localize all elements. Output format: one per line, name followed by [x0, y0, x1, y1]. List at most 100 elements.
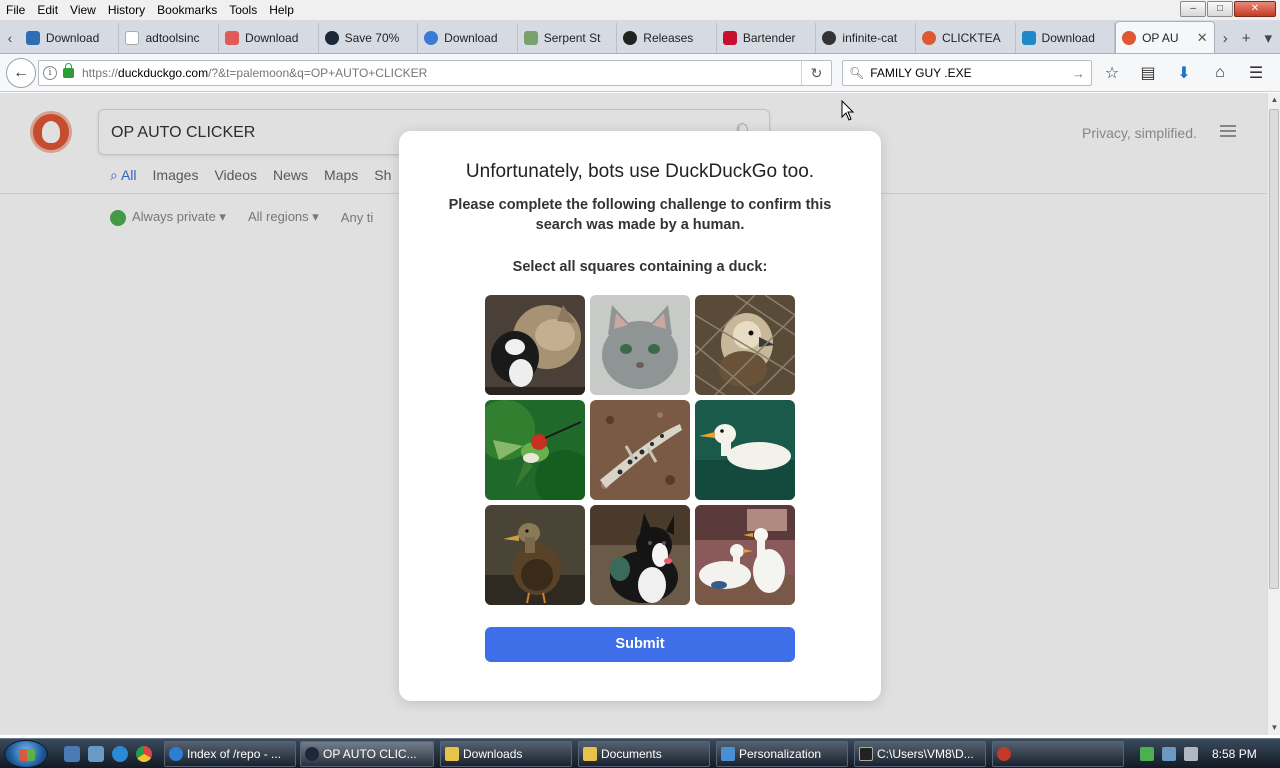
taskbar-item-label: Documents [601, 747, 662, 761]
tab-label: Download [444, 31, 498, 45]
challenge-tile-leopard-lizard[interactable] [590, 400, 690, 500]
tab-label: Bartender [742, 31, 796, 45]
challenge-tile-gray-cat[interactable] [590, 295, 690, 395]
menu-history[interactable]: History [102, 0, 151, 20]
network-icon[interactable] [1162, 747, 1176, 761]
challenge-tile-white-duck-swimming[interactable] [695, 400, 795, 500]
challenge-tile-border-collie[interactable] [590, 505, 690, 605]
tab-label: Releases [643, 31, 694, 45]
white-duck-swimming-image [695, 400, 795, 500]
app-icon [997, 747, 1011, 761]
taskbar-item-app[interactable] [992, 741, 1124, 767]
challenge-tile-cats[interactable] [485, 295, 585, 395]
info-icon[interactable]: i [43, 66, 57, 80]
show-desktop-icon[interactable] [64, 746, 80, 762]
challenge-image-grid [485, 295, 795, 605]
tab-scroll-right-button[interactable]: › [1223, 30, 1228, 47]
tab-list-chevron-icon[interactable]: ▾ [1264, 29, 1272, 47]
tab-1[interactable]: adtoolsinc [119, 23, 220, 53]
menu-hamburger-icon[interactable]: ☰ [1244, 61, 1268, 85]
folder-icon [445, 747, 459, 761]
taskbar-item-personalization[interactable]: Personalization [716, 741, 848, 767]
minimize-button[interactable]: – [1180, 1, 1206, 17]
tab-3[interactable]: Save 70% [319, 23, 419, 53]
taskbar: Index of /repo - ... OP AUTO CLIC... Dow… [0, 738, 1280, 768]
tab-label: CLICKTEA [941, 31, 1001, 45]
search-input[interactable]: FAMILY GUY .EXE [870, 66, 1072, 80]
tab-favicon [523, 31, 538, 45]
tab-8[interactable]: infinite-cat [816, 23, 916, 53]
volume-muted-icon[interactable] [1184, 747, 1198, 761]
taskbar-item-palemoon[interactable]: OP AUTO CLIC... [300, 741, 434, 767]
scrollbar-thumb[interactable] [1269, 109, 1279, 589]
internet-explorer-icon[interactable] [112, 746, 128, 762]
search-bar[interactable]: 🔍︎ FAMILY GUY .EXE → [842, 60, 1092, 86]
challenge-prompt: Select all squares containing a duck: [512, 259, 768, 275]
lock-icon[interactable] [63, 63, 74, 78]
taskbar-item-cmd[interactable]: C:\Users\VM8\D... [854, 741, 986, 767]
menu-bookmarks[interactable]: Bookmarks [151, 0, 223, 20]
steam-icon [324, 31, 339, 45]
tab-10[interactable]: Download [1016, 23, 1116, 53]
bookmarks-list-icon[interactable]: ▤ [1136, 61, 1160, 85]
challenge-tile-hummingbird[interactable] [485, 400, 585, 500]
web-page: OP AUTO CLICKER 🔍︎ Privacy, simplified. … [0, 93, 1267, 735]
taskbar-item-downloads[interactable]: Downloads [440, 741, 572, 767]
taskbar-item-label: Personalization [739, 747, 822, 761]
maximize-button[interactable]: □ [1207, 1, 1233, 17]
clock[interactable]: 8:58 PM [1212, 747, 1257, 761]
url-bar[interactable]: i https://duckduckgo.com/?&t=palemoon&q=… [38, 60, 832, 86]
tab-active[interactable]: OP AU ✕ [1115, 21, 1215, 53]
duckduckgo-icon [1122, 30, 1137, 45]
submit-button[interactable]: Submit [485, 627, 795, 662]
menu-tools[interactable]: Tools [223, 0, 263, 20]
duckduckgo-icon [921, 31, 936, 45]
tab-0[interactable]: Download [20, 23, 120, 53]
tab-bar: ‹ Download adtoolsinc Download Save 70% … [0, 20, 1280, 54]
tab-label: Serpent St [543, 31, 601, 45]
taskbar-item-label: OP AUTO CLIC... [323, 747, 417, 761]
close-window-button[interactable]: ✕ [1234, 1, 1276, 17]
new-tab-button[interactable]: + [1242, 30, 1251, 47]
border-collie-image [590, 505, 690, 605]
challenge-tile-mallard-duck[interactable] [485, 505, 585, 605]
menu-file[interactable]: File [0, 0, 31, 20]
back-button[interactable]: ← [6, 58, 36, 88]
gray-cat-image [590, 295, 690, 395]
url-path: /?&t=palemoon&q=OP+AUTO+CLICKER [208, 66, 428, 80]
reload-icon[interactable]: ↻ [801, 61, 831, 85]
tab-2[interactable]: Download [219, 23, 319, 53]
tray-shield-icon[interactable] [1140, 747, 1154, 761]
window-controls: – □ ✕ [1180, 1, 1276, 17]
navigation-bar: ← i https://duckduckgo.com/?&t=palemoon&… [0, 54, 1280, 92]
scroll-down-arrow-icon[interactable]: ▼ [1268, 721, 1280, 735]
back-arrow-icon: ← [13, 64, 29, 81]
menu-view[interactable]: View [64, 0, 102, 20]
home-icon[interactable]: ⌂ [1208, 61, 1232, 85]
close-tab-icon[interactable]: ✕ [1197, 30, 1208, 46]
maximize-icon: □ [1216, 3, 1224, 14]
challenge-tile-white-geese[interactable] [695, 505, 795, 605]
menu-edit[interactable]: Edit [31, 0, 64, 20]
tab-scroll-left-button[interactable]: ‹ [0, 23, 20, 53]
challenge-tile-bird-in-cage[interactable] [695, 295, 795, 395]
tab-5[interactable]: Serpent St [518, 23, 618, 53]
taskbar-item-documents[interactable]: Documents [578, 741, 710, 767]
vertical-scrollbar[interactable]: ▲ ▼ [1267, 93, 1280, 735]
taskbar-item-ie[interactable]: Index of /repo - ... [164, 741, 296, 767]
tab-label: Download [245, 31, 299, 45]
chrome-icon[interactable] [136, 746, 152, 762]
start-button[interactable] [4, 740, 48, 768]
menu-help[interactable]: Help [263, 0, 300, 20]
tab-7[interactable]: Bartender [717, 23, 817, 53]
tab-6[interactable]: Releases [617, 23, 717, 53]
scroll-up-arrow-icon[interactable]: ▲ [1268, 93, 1280, 107]
tab-9[interactable]: CLICKTEA [916, 23, 1016, 53]
bookmark-star-icon[interactable]: ☆ [1100, 61, 1124, 85]
tab-4[interactable]: Download [418, 23, 518, 53]
downloads-arrow-icon[interactable]: ⬇ [1172, 61, 1196, 85]
url-text[interactable]: https://duckduckgo.com/?&t=palemoon&q=OP… [82, 66, 801, 80]
search-go-arrow-icon[interactable]: → [1072, 66, 1085, 81]
switch-windows-icon[interactable] [88, 746, 104, 762]
tab-label: Download [1041, 31, 1095, 45]
